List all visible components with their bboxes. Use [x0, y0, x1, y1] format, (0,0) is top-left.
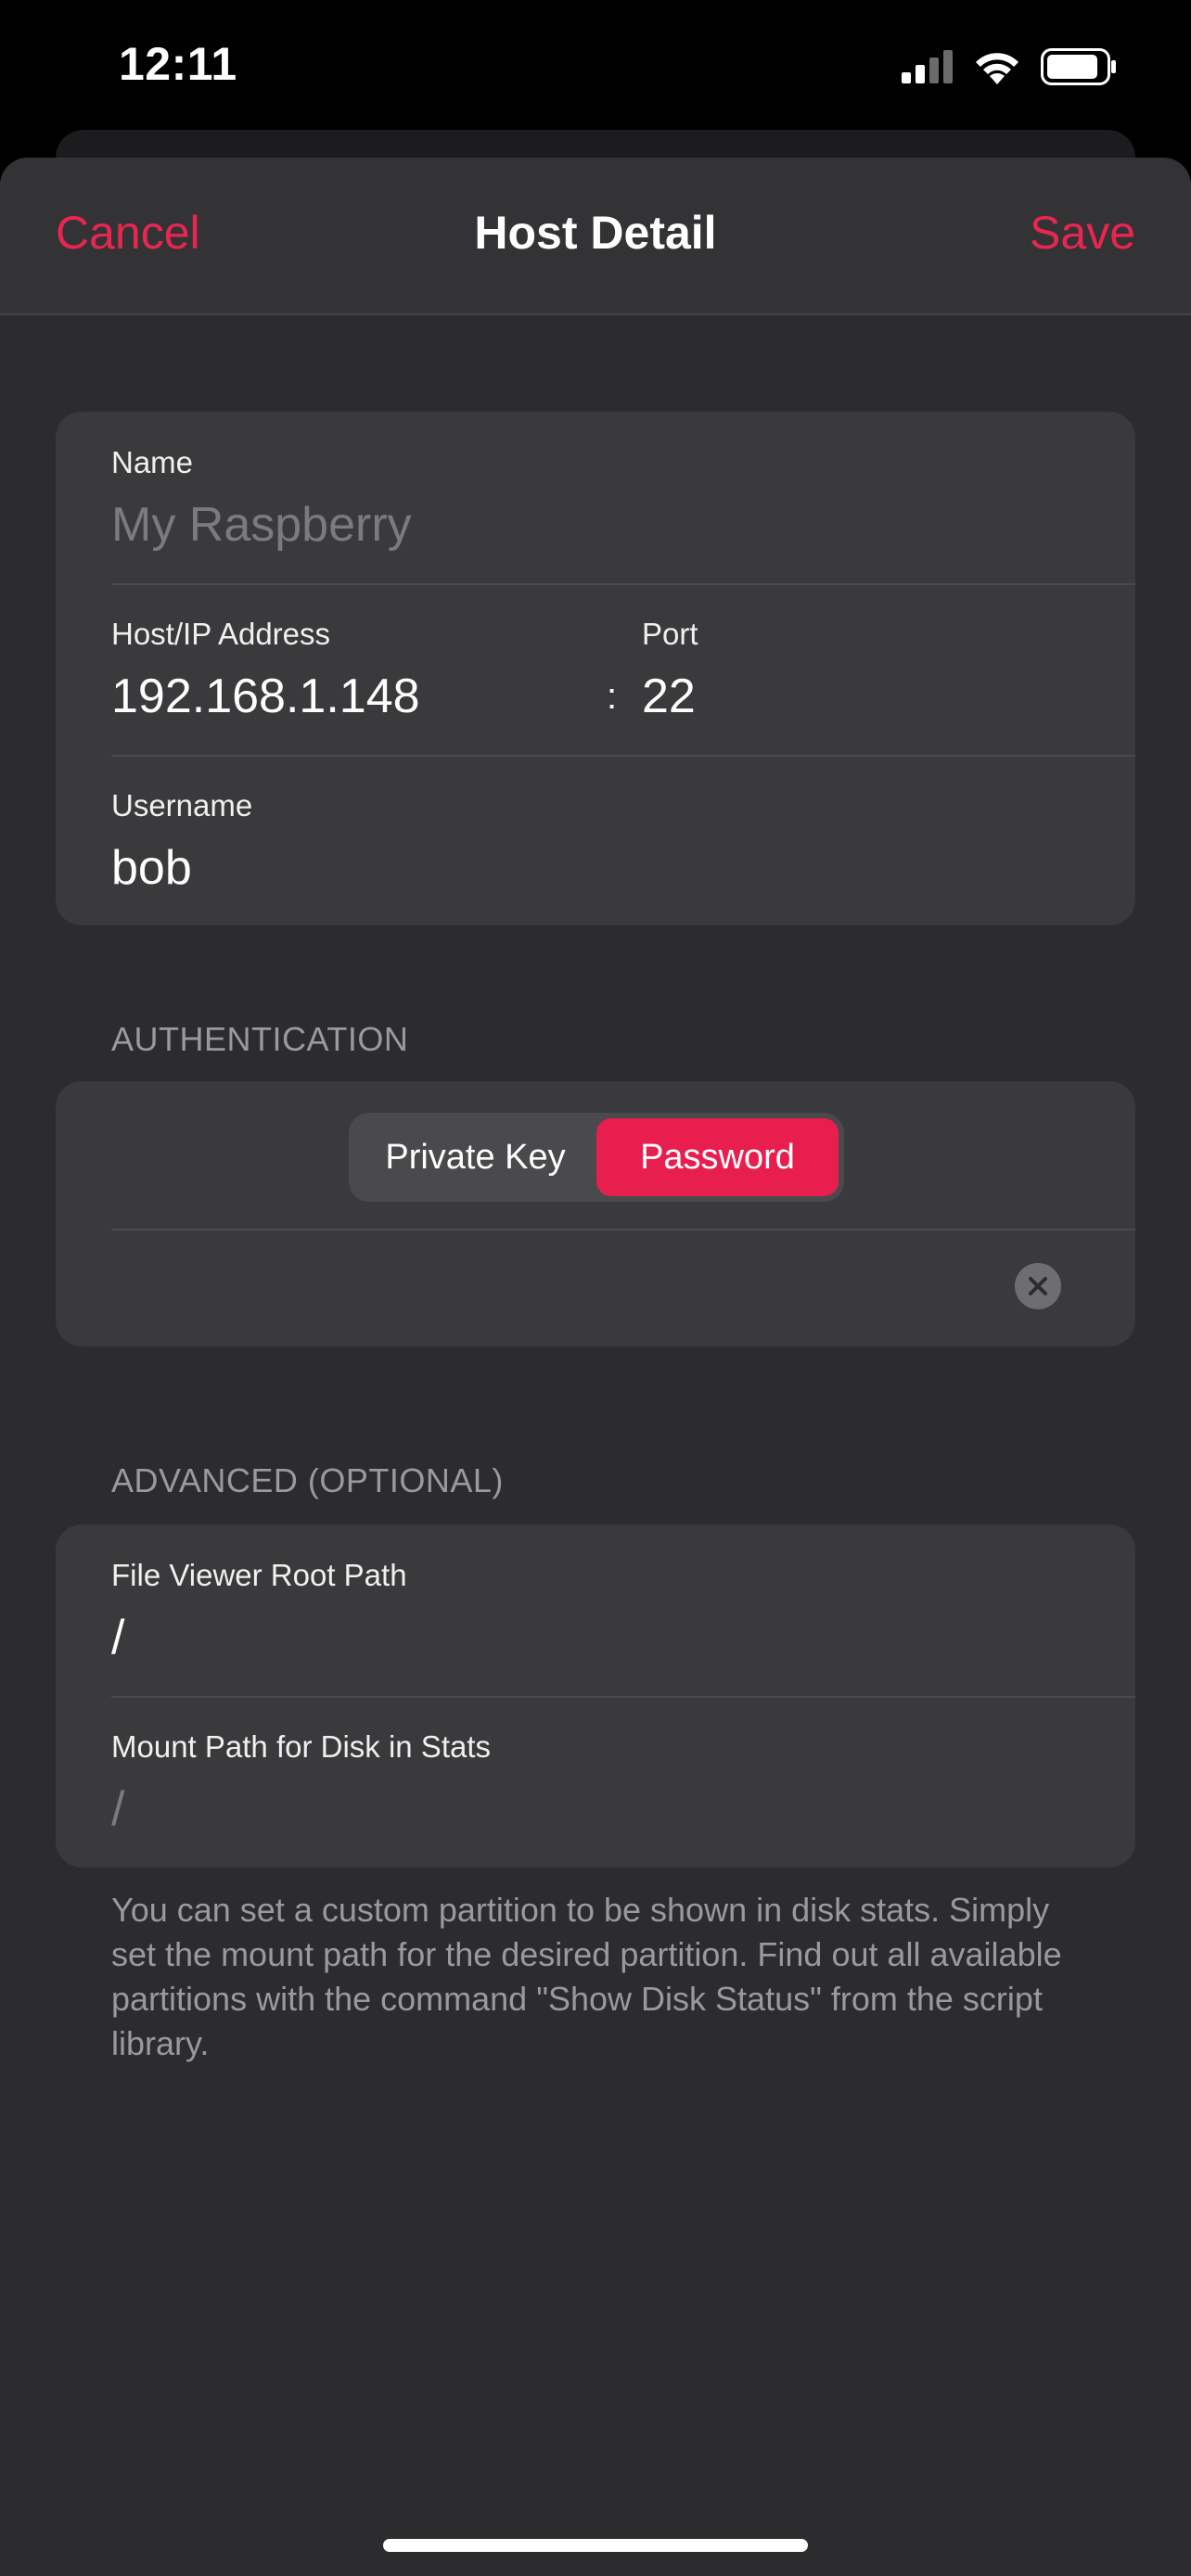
cellular-signal-icon	[902, 50, 954, 88]
save-button[interactable]: Save	[1030, 206, 1135, 260]
root-path-field[interactable]: /	[111, 1610, 124, 1665]
mount-path-field[interactable]: /	[111, 1781, 124, 1837]
clear-icon[interactable]	[1015, 1263, 1061, 1309]
host-address-field[interactable]: 192.168.1.148	[111, 669, 420, 724]
advanced-header: ADVANCED (OPTIONAL)	[111, 1461, 504, 1499]
auth-method-segmented-control[interactable]: Private Key Password	[349, 1113, 844, 1202]
root-path-row[interactable]: File Viewer Root Path /	[56, 1524, 1135, 1696]
navigation-bar: Cancel Host Detail Save	[0, 158, 1191, 315]
status-time: 12:11	[119, 38, 237, 90]
host-address-label: Host/IP Address	[111, 617, 331, 651]
battery-icon	[1041, 48, 1117, 90]
username-row[interactable]: Username bob	[56, 755, 1135, 925]
root-path-label: File Viewer Root Path	[111, 1558, 407, 1592]
wifi-icon	[974, 49, 1020, 89]
status-icons	[902, 48, 1117, 90]
port-separator: :	[607, 676, 618, 717]
advanced-card: File Viewer Root Path / Mount Path for D…	[56, 1524, 1135, 1868]
mount-path-row[interactable]: Mount Path for Disk in Stats /	[56, 1696, 1135, 1868]
password-segment[interactable]: Password	[596, 1118, 839, 1196]
address-row: Host/IP Address 192.168.1.148 : Port 22	[56, 583, 1135, 755]
port-field[interactable]: 22	[642, 669, 696, 724]
mount-path-label: Mount Path for Disk in Stats	[111, 1729, 492, 1764]
authentication-header: AUTHENTICATION	[111, 1020, 409, 1058]
mount-path-footnote: You can set a custom partition to be sho…	[111, 1891, 1062, 2062]
password-field[interactable]	[111, 1231, 1024, 1346]
authentication-card: Private Key Password	[56, 1081, 1135, 1346]
name-label: Name	[111, 445, 194, 479]
name-row[interactable]: Name My Raspberry	[56, 412, 1135, 583]
name-field[interactable]: My Raspberry	[111, 497, 412, 553]
status-bar: 12:11	[0, 0, 1191, 130]
port-label: Port	[642, 617, 698, 651]
username-label: Username	[111, 788, 253, 823]
page-title: Host Detail	[474, 207, 717, 259]
host-detail-sheet: Cancel Host Detail Save Name My Raspberr…	[0, 158, 1191, 2576]
host-card: Name My Raspberry Host/IP Address 192.16…	[56, 412, 1135, 925]
private-key-segment[interactable]: Private Key	[354, 1118, 596, 1196]
username-field[interactable]: bob	[111, 840, 192, 896]
home-indicator[interactable]	[383, 2539, 808, 2552]
